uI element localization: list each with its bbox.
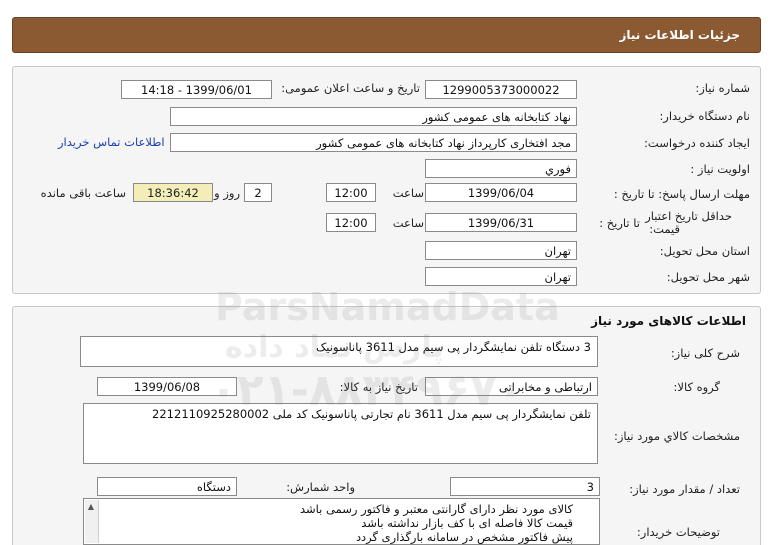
goods-group-label: گروه کالا: xyxy=(673,380,720,394)
page-title: جزئیات اطلاعات نیاز xyxy=(619,28,740,42)
unit-field: دستگاه xyxy=(97,477,237,496)
validity-to-label: تا تاریخ : xyxy=(599,216,640,230)
need-number-field: 1299005373000022 xyxy=(425,80,577,99)
province-field: تهران xyxy=(425,241,577,260)
buyer-contact-link[interactable]: اطلاعات تماس خریدار xyxy=(58,135,165,149)
need-number-label: شماره نیاز: xyxy=(695,81,750,95)
buyer-org-label: نام دستگاه خریدار: xyxy=(659,109,750,123)
summary-label: شرح کلی نیاز: xyxy=(670,346,740,360)
summary-field: 3 دستگاه تلفن نمایشگردار پی سیم مدل 3611… xyxy=(80,336,598,367)
goods-group-field: ارتباطی و مخابراتی xyxy=(425,377,598,396)
deadline-date-field: 1399/06/04 xyxy=(425,183,577,202)
validity-time-field: 12:00 xyxy=(326,213,376,232)
deadline-time-label: ساعت xyxy=(392,186,424,200)
deadline-label: مهلت ارسال پاسخ: تا تاریخ : xyxy=(613,187,750,201)
deadline-time-field: 12:00 xyxy=(326,183,376,202)
city-field: تهران xyxy=(425,267,577,286)
buyer-notes-box[interactable]: ▲ کالای مورد نظر دارای گارانتی معتبر و ف… xyxy=(83,498,600,545)
validity-label-line2: قیمت: xyxy=(649,222,680,236)
days-label: روز و xyxy=(214,186,240,200)
need-date-label: تاریخ نیاز به کالا: xyxy=(339,380,418,394)
priority-field: فوري xyxy=(425,159,577,178)
buyer-org-field: نهاد کتابخانه های عمومی کشور xyxy=(170,107,577,126)
validity-time-label: ساعت xyxy=(392,216,424,230)
province-label: استان محل تحویل: xyxy=(659,244,750,258)
announce-datetime-field: 1399/06/01 - 14:18 xyxy=(121,80,272,99)
need-date-field: 1399/06/08 xyxy=(97,377,237,396)
days-remaining-field: 2 xyxy=(244,183,272,202)
need-info-panel xyxy=(12,66,761,294)
validity-date-field: 1399/06/31 xyxy=(425,213,577,232)
creator-label: ایجاد کننده درخواست: xyxy=(644,136,750,150)
buyer-note-line: قیمت کالا فاصله ای با کف بازار نداشته با… xyxy=(361,516,573,530)
remaining-time-field: 18:36:42 xyxy=(133,183,213,202)
scroll-up-icon[interactable]: ▲ xyxy=(84,500,98,514)
buyer-note-line: پیش فاکتور مشخص در سامانه بارگذاری گردد xyxy=(355,530,573,544)
quantity-label: تعداد / مقدار مورد نیاز: xyxy=(629,482,740,496)
buyer-notes-label: توضیحات خریدار: xyxy=(636,525,720,539)
announce-label: تاریخ و ساعت اعلان عمومی: xyxy=(281,81,420,95)
buyer-notes-lines: کالای مورد نظر دارای گارانتی معتبر و فاک… xyxy=(84,499,599,544)
page-header: جزئیات اطلاعات نیاز xyxy=(12,17,761,53)
creator-field: مجد افتخاری کارپرداز نهاد کتابخانه های ع… xyxy=(170,133,577,152)
validity-label-line1: حداقل تاریخ اعتبار xyxy=(645,209,732,223)
specs-label: مشخصات کالاي مورد نياز: xyxy=(613,429,740,443)
quantity-field: 3 xyxy=(450,477,600,496)
remaining-time-label: ساعت باقی مانده xyxy=(40,186,126,200)
goods-section-title: اطلاعات کالاهای مورد نیاز xyxy=(591,314,746,328)
specs-field: تلفن نمایشگردار پی سیم مدل 3611 نام تجار… xyxy=(83,403,598,464)
priority-label: اولویت نیاز : xyxy=(690,162,750,176)
unit-label: واحد شمارش: xyxy=(286,480,355,494)
buyer-notes-scrollbar[interactable]: ▲ xyxy=(85,500,99,543)
city-label: شهر محل تحویل: xyxy=(666,270,750,284)
buyer-note-line: کالای مورد نظر دارای گارانتی معتبر و فاک… xyxy=(299,502,573,516)
